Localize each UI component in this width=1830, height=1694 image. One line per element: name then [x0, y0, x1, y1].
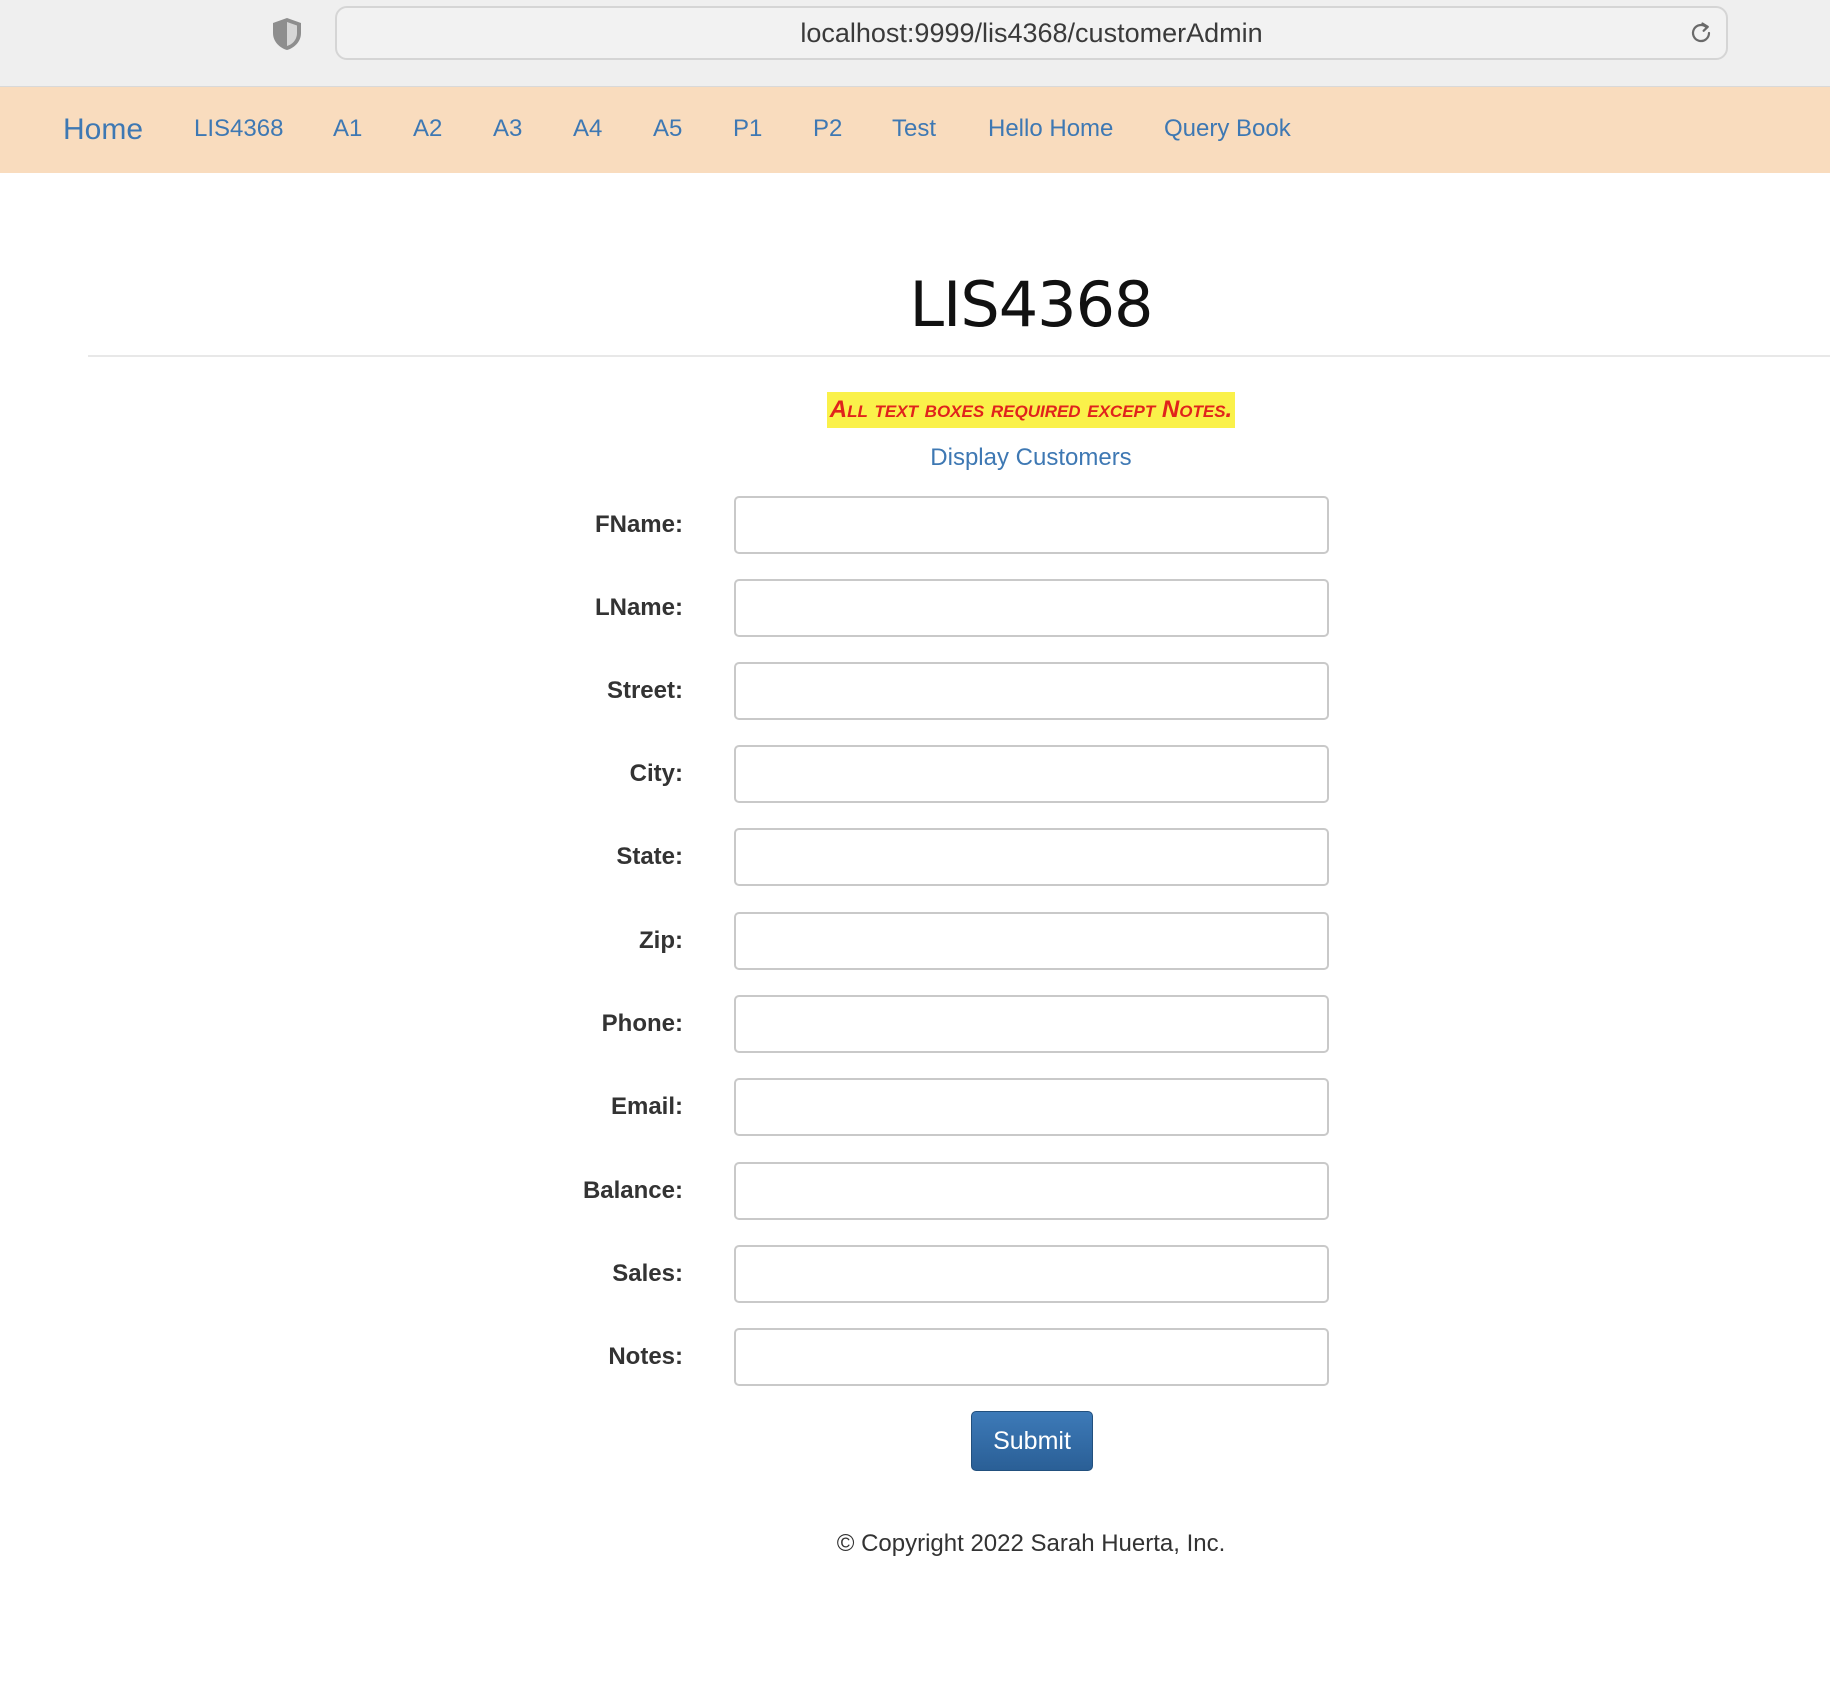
form-row-email: Email: — [0, 1078, 1830, 1136]
state-label: State: — [616, 843, 683, 870]
nav-link-a5[interactable]: A5 — [653, 87, 682, 171]
shield-icon[interactable] — [270, 16, 304, 52]
page-title: LIS4368 — [909, 268, 1154, 341]
balance-input[interactable] — [734, 1162, 1329, 1220]
form-row-phone: Phone: — [0, 995, 1830, 1053]
nav-link-p2[interactable]: P2 — [813, 87, 842, 171]
url-text[interactable]: localhost:9999/lis4368/customerAdmin — [337, 8, 1726, 58]
zip-label: Zip: — [639, 927, 683, 954]
form-row-fname: FName: — [0, 496, 1830, 554]
nav-link-hello-home[interactable]: Hello Home — [988, 87, 1113, 171]
nav-link-a2[interactable]: A2 — [413, 87, 442, 171]
required-notice: All text boxes required except Notes. — [826, 392, 1236, 428]
reload-icon[interactable] — [1688, 20, 1714, 46]
footer-copyright: © Copyright 2022 Sarah Huerta, Inc. — [836, 1530, 1226, 1557]
nav-link-test[interactable]: Test — [892, 87, 936, 171]
form-row-sales: Sales: — [0, 1245, 1830, 1303]
submit-button[interactable]: Submit — [971, 1411, 1093, 1471]
notice-container: All text boxes required except Notes. — [0, 392, 1830, 428]
city-label: City: — [629, 760, 683, 787]
email-input[interactable] — [734, 1078, 1329, 1136]
email-label: Email: — [610, 1093, 683, 1120]
nav-link-query-book[interactable]: Query Book — [1164, 87, 1291, 171]
fname-input[interactable] — [734, 496, 1329, 554]
fname-label: FName: — [594, 511, 683, 538]
nav-link-a1[interactable]: A1 — [333, 87, 362, 171]
street-input[interactable] — [734, 662, 1329, 720]
form-row-state: State: — [0, 828, 1830, 886]
sales-input[interactable] — [734, 1245, 1329, 1303]
balance-label: Balance: — [582, 1177, 683, 1204]
form-row-lname: LName: — [0, 579, 1830, 637]
nav-brand-home[interactable]: Home — [63, 87, 143, 173]
phone-label: Phone: — [601, 1010, 683, 1037]
form-row-zip: Zip: — [0, 912, 1830, 970]
form-row-notes: Notes: — [0, 1328, 1830, 1386]
nav-link-lis4368[interactable]: LIS4368 — [194, 87, 283, 171]
nav-link-a4[interactable]: A4 — [573, 87, 602, 171]
zip-input[interactable] — [734, 912, 1329, 970]
lname-label: LName: — [594, 594, 683, 621]
notes-input[interactable] — [734, 1328, 1329, 1386]
city-input[interactable] — [734, 745, 1329, 803]
sales-label: Sales: — [612, 1260, 683, 1287]
display-customers-link[interactable]: Display Customers — [0, 444, 1830, 472]
nav-link-p1[interactable]: P1 — [733, 87, 762, 171]
phone-input[interactable] — [734, 995, 1329, 1053]
nav-link-a3[interactable]: A3 — [493, 87, 522, 171]
navbar: Home LIS4368 A1 A2 A3 A4 A5 P1 P2 Test H… — [0, 87, 1830, 173]
lname-input[interactable] — [734, 579, 1329, 637]
title-divider — [88, 355, 1830, 357]
form-row-street: Street: — [0, 662, 1830, 720]
address-bar[interactable]: localhost:9999/lis4368/customerAdmin — [335, 6, 1728, 60]
state-input[interactable] — [734, 828, 1329, 886]
street-label: Street: — [606, 677, 683, 704]
browser-toolbar: localhost:9999/lis4368/customerAdmin — [0, 0, 1830, 87]
form-row-city: City: — [0, 745, 1830, 803]
form-row-balance: Balance: — [0, 1162, 1830, 1220]
notes-label: Notes: — [608, 1343, 683, 1370]
